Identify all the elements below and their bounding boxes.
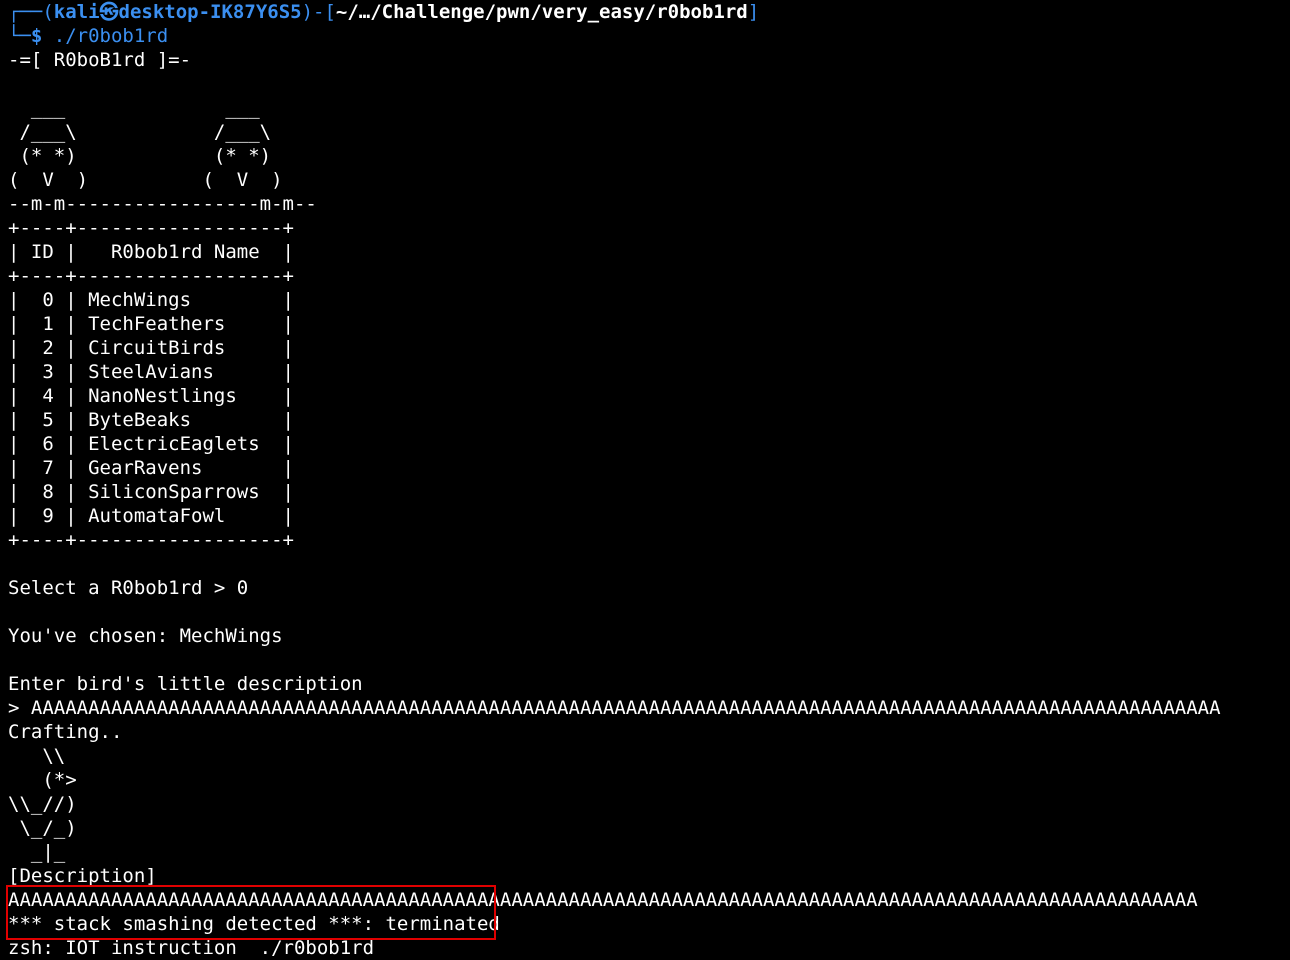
robobird-table: +----+------------------+ | ID | R0bob1r… xyxy=(8,216,1290,552)
prompt-sep-close: ] xyxy=(747,1,760,23)
prompt-path: ~/…/Challenge/pwn/very_easy/r0bob1rd xyxy=(335,1,748,23)
error-highlight-box xyxy=(6,885,496,940)
table-header: | ID | R0bob1rd Name | xyxy=(8,241,294,263)
prompt-line-top: ┌──(kali㉿desktop-IK87Y6S5)-[~/…/Challeng… xyxy=(8,0,1290,24)
table-row: | 0 | MechWings | xyxy=(8,289,294,311)
prompt-user: kali xyxy=(53,1,100,23)
table-row: | 4 | NanoNestlings | xyxy=(8,385,294,407)
bird-art-line: \\_//) xyxy=(8,793,77,815)
table-border: +----+------------------+ xyxy=(8,529,294,551)
bird-art-line: \_/_) xyxy=(8,817,77,839)
ascii-line: /___\ /___\ xyxy=(8,121,272,143)
table-row: | 5 | ByteBeaks | xyxy=(8,409,294,431)
ascii-line: (* *) (* *) xyxy=(8,145,272,167)
prompt-line-bottom: └─$ ./r0bob1rd xyxy=(8,24,1290,48)
enter-description-prompt: Enter bird's little description xyxy=(8,673,363,695)
ascii-line xyxy=(8,72,1290,96)
table-row: | 8 | SiliconSparrows | xyxy=(8,481,294,503)
table-border: +----+------------------+ xyxy=(8,217,294,239)
table-row: | 7 | GearRavens | xyxy=(8,457,294,479)
table-row: | 1 | TechFeathers | xyxy=(8,313,294,335)
robot-ascii-art: ___ ___ /___\ /___\ (* *) (* *) ( V ) ( … xyxy=(8,72,1290,216)
crafting-status: Crafting.. xyxy=(8,721,123,743)
terminal-window[interactable]: ┌──(kali㉿desktop-IK87Y6S5)-[~/…/Challeng… xyxy=(8,0,1290,959)
prompt-corner-top: ┌──( xyxy=(8,1,54,23)
prompt-at-icon: ㉿ xyxy=(99,1,119,23)
table-row: | 6 | ElectricEaglets | xyxy=(8,433,294,455)
prompt-host: desktop-IK87Y6S5 xyxy=(118,1,302,23)
ascii-line: --m-m-----------------m-m-- xyxy=(8,193,317,215)
description-input-line: > AAAAAAAAAAAAAAAAAAAAAAAAAAAAAAAAAAAAAA… xyxy=(8,697,1221,719)
prompt-corner-bottom: └─ xyxy=(8,25,31,47)
select-prompt: Select a R0bob1rd > 0 xyxy=(8,577,249,599)
bird-ascii-art: \\ (*> \\_//) \_/_) _|_ xyxy=(8,744,1290,864)
table-row: | 2 | CircuitBirds | xyxy=(8,337,294,359)
ascii-line: ( V ) ( V ) xyxy=(8,169,283,191)
table-row: | 3 | SteelAvians | xyxy=(8,361,294,383)
table-row: | 9 | AutomataFowl | xyxy=(8,505,294,527)
banner: -=[ R0boB1rd ]=- xyxy=(8,49,192,71)
bird-art-line: \\ xyxy=(8,745,66,767)
bird-art-line: _|_ xyxy=(8,841,66,863)
table-border: +----+------------------+ xyxy=(8,265,294,287)
prompt-sep-open: )-[ xyxy=(301,1,336,23)
prompt-dollar: $ xyxy=(30,25,43,47)
chosen-output: You've chosen: MechWings xyxy=(8,625,283,647)
prompt-command: ./r0bob1rd xyxy=(53,25,169,47)
bird-art-line: (*> xyxy=(8,769,77,791)
ascii-line: ___ ___ xyxy=(8,97,260,119)
